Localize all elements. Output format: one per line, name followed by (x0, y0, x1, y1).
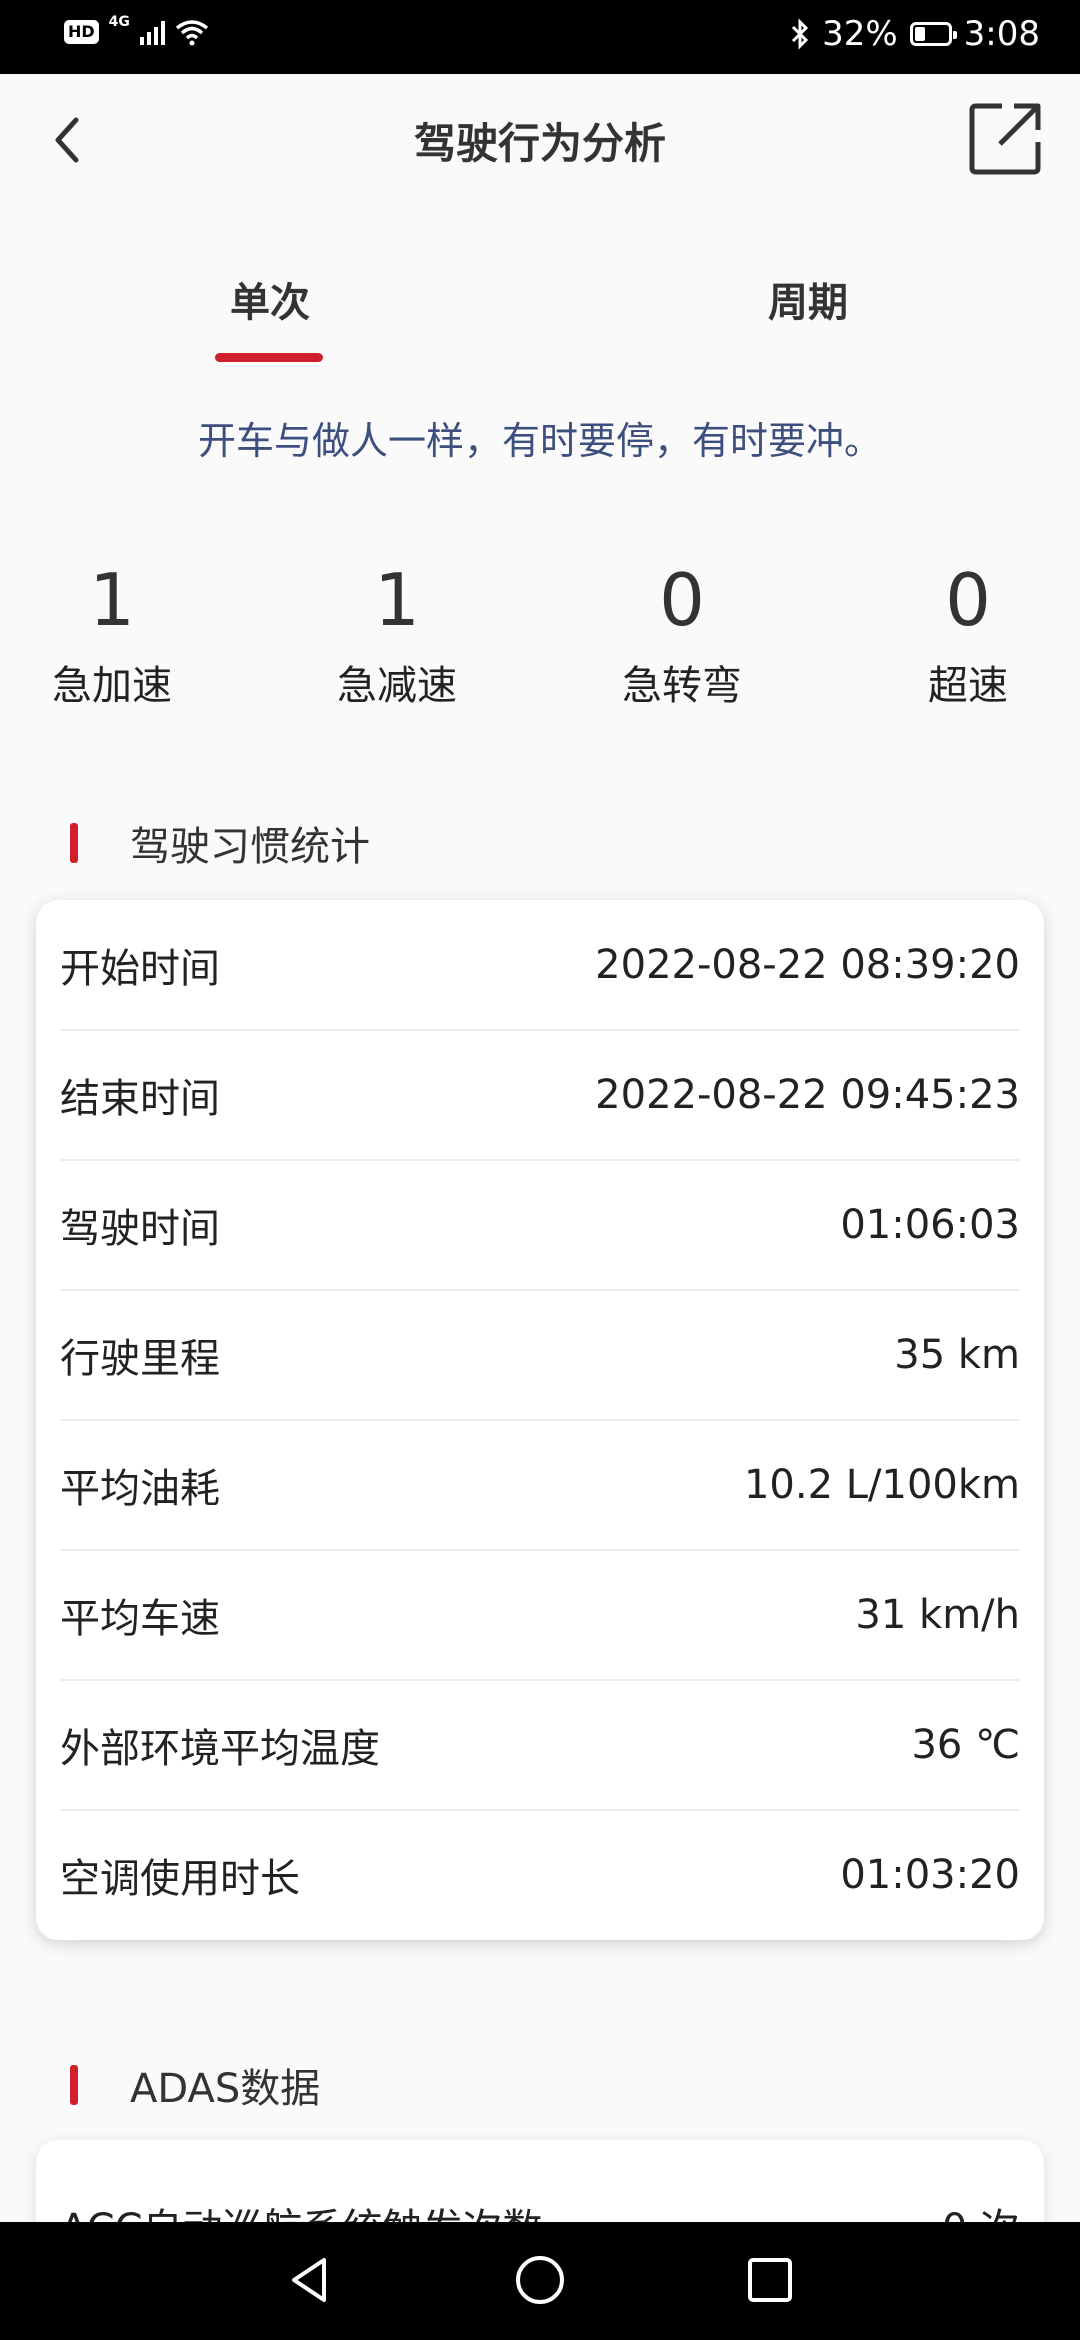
stat-value: 1 (374, 558, 420, 642)
row-value: 36 ℃ (911, 1722, 1020, 1768)
nav-back-button[interactable] (280, 2250, 340, 2310)
stat-rapid-deceleration: 1 急减速 (297, 555, 497, 711)
battery-percent: 32% (822, 14, 898, 54)
signal-icon (139, 19, 165, 45)
list-item: 行驶里程 35 km (60, 1290, 1020, 1420)
battery-fill (914, 27, 925, 41)
row-value: 2022-08-22 08:39:20 (595, 942, 1020, 988)
share-button[interactable] (968, 100, 1044, 176)
section-accent-bar (70, 2065, 78, 2105)
stat-value: 0 (945, 558, 991, 642)
network-type: 4G (108, 14, 130, 30)
row-label: 平均油耗 (60, 1466, 220, 1512)
row-value: 01:06:03 (840, 1202, 1020, 1248)
row-value: 01:03:20 (840, 1852, 1020, 1898)
circle-home-icon (516, 2256, 564, 2304)
list-item: 平均车速 31 km/h (60, 1550, 1020, 1680)
share-external-icon (969, 103, 1041, 175)
list-item: 外部环境平均温度 36 ℃ (60, 1680, 1020, 1810)
row-label: 开始时间 (60, 946, 220, 992)
stat-sharp-turn: 0 急转弯 (582, 555, 782, 711)
stat-value: 1 (89, 558, 135, 642)
list-item: 开始时间 2022-08-22 08:39:20 (60, 900, 1020, 1030)
habits-card: 开始时间 2022-08-22 08:39:20 结束时间 2022-08-22… (36, 900, 1044, 1940)
list-item: 结束时间 2022-08-22 09:45:23 (60, 1030, 1020, 1160)
stat-speeding: 0 超速 (868, 555, 1068, 711)
clock: 3:08 (963, 14, 1040, 54)
row-value: 31 km/h (855, 1592, 1020, 1638)
status-left: HD 4G (64, 14, 209, 46)
stat-rapid-acceleration: 1 急加速 (12, 555, 212, 711)
section-title: ADAS数据 (130, 2066, 321, 2112)
stat-label: 急减速 (337, 663, 457, 709)
row-label: 结束时间 (60, 1076, 220, 1122)
battery-icon (909, 22, 957, 46)
row-value: 10.2 L/100km (743, 1462, 1020, 1508)
page-title: 驾驶行为分析 (413, 119, 666, 168)
status-bar: HD 4G 32% 3:08 (0, 0, 1080, 74)
row-label: 平均车速 (60, 1596, 220, 1642)
app-header: 驾驶行为分析 (0, 74, 1080, 204)
row-value: 2022-08-22 09:45:23 (595, 1072, 1020, 1118)
status-right: 32% 3:08 (790, 14, 1040, 54)
list-item: 平均油耗 10.2 L/100km (60, 1420, 1020, 1550)
list-item: 空调使用时长 01:03:20 (60, 1810, 1020, 1940)
section-habits-header: 驾驶习惯统计 (70, 814, 370, 872)
triangle-back-icon (292, 2258, 326, 2302)
square-recent-icon (748, 2258, 792, 2302)
nav-home-button[interactable] (510, 2250, 570, 2310)
stat-label: 超速 (928, 663, 1008, 709)
section-title: 驾驶习惯统计 (130, 824, 370, 870)
section-adas-header: ADAS数据 (70, 2056, 320, 2114)
stat-label: 急转弯 (622, 663, 742, 709)
section-accent-bar (70, 823, 78, 863)
stat-label: 急加速 (52, 663, 172, 709)
tab-period[interactable]: 周期 (708, 270, 908, 328)
wifi-icon (175, 20, 208, 46)
row-label: 驾驶时间 (60, 1206, 220, 1252)
row-label: 空调使用时长 (60, 1856, 300, 1902)
tab-single[interactable]: 单次 (170, 270, 370, 328)
slogan-text: 开车与做人一样，有时要停，有时要冲。 (197, 419, 882, 463)
nav-recent-button[interactable] (740, 2250, 800, 2310)
system-nav-bar (0, 2222, 1080, 2340)
bluetooth-icon (792, 18, 809, 50)
list-item: 驾驶时间 01:06:03 (60, 1160, 1020, 1290)
tab-active-indicator (215, 353, 323, 362)
row-label: 行驶里程 (60, 1336, 220, 1382)
stat-value: 0 (659, 558, 705, 642)
hd-badge: HD (64, 20, 99, 44)
row-value: 35 km (894, 1332, 1020, 1378)
row-label: 外部环境平均温度 (60, 1726, 380, 1772)
